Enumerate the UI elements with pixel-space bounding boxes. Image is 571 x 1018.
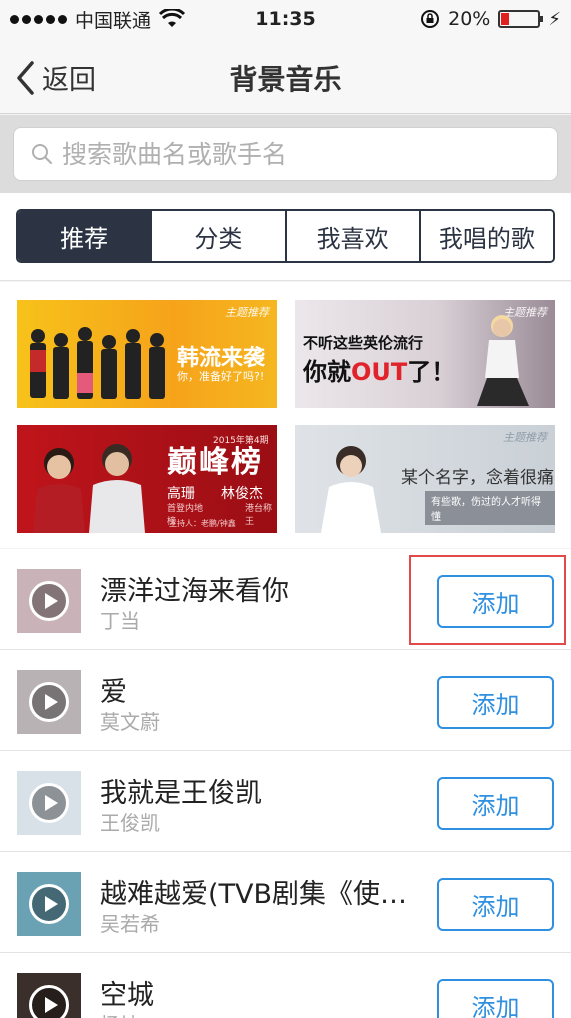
song-artist: 王俊凯 [100,811,160,835]
song-title: 爱 [100,677,127,708]
banner-korean-wave[interactable]: 主题推荐 韩流来袭 你，准备好了吗?! [17,300,277,408]
singers-photo-image [33,444,145,533]
song-title: 空城 [100,980,154,1011]
banner-line2-c: 了！ [407,358,456,386]
banner-line1: 不听这些英伦流行 [303,334,424,352]
song-cover[interactable] [17,771,81,835]
song-cover[interactable] [17,569,81,633]
add-button[interactable]: 添加 [437,575,554,628]
banner-name-1: 高珊 [167,486,195,502]
group-photo-image [30,327,165,399]
song-title: 越难越爱(TVB剧集《使徒行者》插曲) [100,879,418,910]
song-row: 爱 莫文蔚 添加 [0,650,571,751]
banner-britpop[interactable]: 主题推荐 不听这些英伦流行 你就OUT了！ [295,300,555,408]
signal-icon [10,14,67,24]
song-row: 我就是王俊凯 王俊凯 添加 [0,751,571,852]
banner-desc-2: 港台称王 [245,504,273,527]
banner-name-2: 林俊杰 [221,486,263,502]
carrier-label: 中国联通 [75,9,152,32]
song-artist: 丁当 [100,609,140,633]
battery-icon [498,10,544,28]
nav-bar: 返回 背景音乐 [0,38,571,114]
song-artist: 莫文蔚 [100,710,160,734]
banner-line2: 你就OUT了！ [303,352,455,387]
add-button[interactable]: 添加 [437,979,554,1018]
banner-line2-a: 你就 [303,358,351,386]
back-button[interactable]: 返回 [14,58,96,97]
search-icon [32,144,52,164]
banner-tag: 主题推荐 [503,431,547,444]
banner-subtitle: 有些歌，伤过的人才听得懂 [425,491,555,525]
banner-subtitle: 你，准备好了吗?! [177,370,265,383]
add-button[interactable]: 添加 [437,676,554,729]
tabs-area: 推荐 分类 我喜欢 我唱的歌 [0,193,571,281]
banner-grid: 主题推荐 韩流来袭 你，准备好了吗?! 主题推荐 不听这些英伦流行 你就OUT了… [0,282,571,548]
charging-icon: ⚡ [548,8,561,30]
song-artist: 吴若希 [100,912,160,936]
rotation-lock-icon [421,10,440,28]
song-list: 漂洋过海来看你 丁当 添加 爱 莫文蔚 添加 我就是王俊凯 王俊凯 添加 越难越… [0,549,571,1018]
wifi-icon [159,9,186,27]
singer-photo-image [321,446,381,533]
play-icon[interactable] [29,985,69,1018]
tab-category[interactable]: 分类 [152,211,287,261]
play-icon[interactable] [29,884,69,924]
status-bar: 中国联通 11:35 20% ⚡ [0,0,571,38]
banner-painful-name[interactable]: 主题推荐 某个名字，念着很痛 有些歌，伤过的人才听得懂 [295,425,555,533]
song-cover[interactable] [17,973,81,1018]
banner-tag: 主题推荐 [225,306,269,319]
search-area [0,115,571,193]
banner-title: 巅峰榜 [167,445,263,480]
song-row: 漂洋过海来看你 丁当 添加 [0,549,571,650]
play-icon[interactable] [29,783,69,823]
song-title: 我就是王俊凯 [100,778,262,809]
banner-names: 高珊 林俊杰 [167,483,263,503]
search-box[interactable] [13,127,558,181]
status-right: 20% ⚡ [420,8,561,30]
status-left: 中国联通 [10,6,186,33]
back-label: 返回 [42,65,96,96]
song-row: 越难越爱(TVB剧集《使徒行者》插曲) 吴若希 添加 [0,852,571,953]
song-cover[interactable] [17,670,81,734]
add-button[interactable]: 添加 [437,878,554,931]
segmented-tabs: 推荐 分类 我喜欢 我唱的歌 [16,209,555,263]
play-icon[interactable] [29,581,69,621]
banner-title: 某个名字，念着很痛 [401,468,554,488]
battery-percent: 20% [448,8,491,30]
banner-top-chart[interactable]: 2015年第4期 巅峰榜 高珊 林俊杰 首登内地榜 港台称王 主持人：老鹏/钟鑫 [17,425,277,533]
add-button[interactable]: 添加 [437,777,554,830]
tab-favorites[interactable]: 我喜欢 [286,211,421,261]
search-input[interactable] [62,139,542,169]
song-cover[interactable] [17,872,81,936]
chevron-left-icon [17,60,34,95]
song-row: 空城 杨坤 添加 [0,953,571,1018]
play-icon[interactable] [29,682,69,722]
song-title: 漂洋过海来看你 [100,576,289,607]
banner-host: 主持人：老鹏/钟鑫 [169,519,236,528]
singer-photo-image [477,315,529,406]
tab-my-songs[interactable]: 我唱的歌 [420,211,553,261]
tab-recommended[interactable]: 推荐 [18,211,153,261]
song-artist: 杨坤 [100,1009,140,1018]
banner-line2-b: OUT [351,358,408,386]
